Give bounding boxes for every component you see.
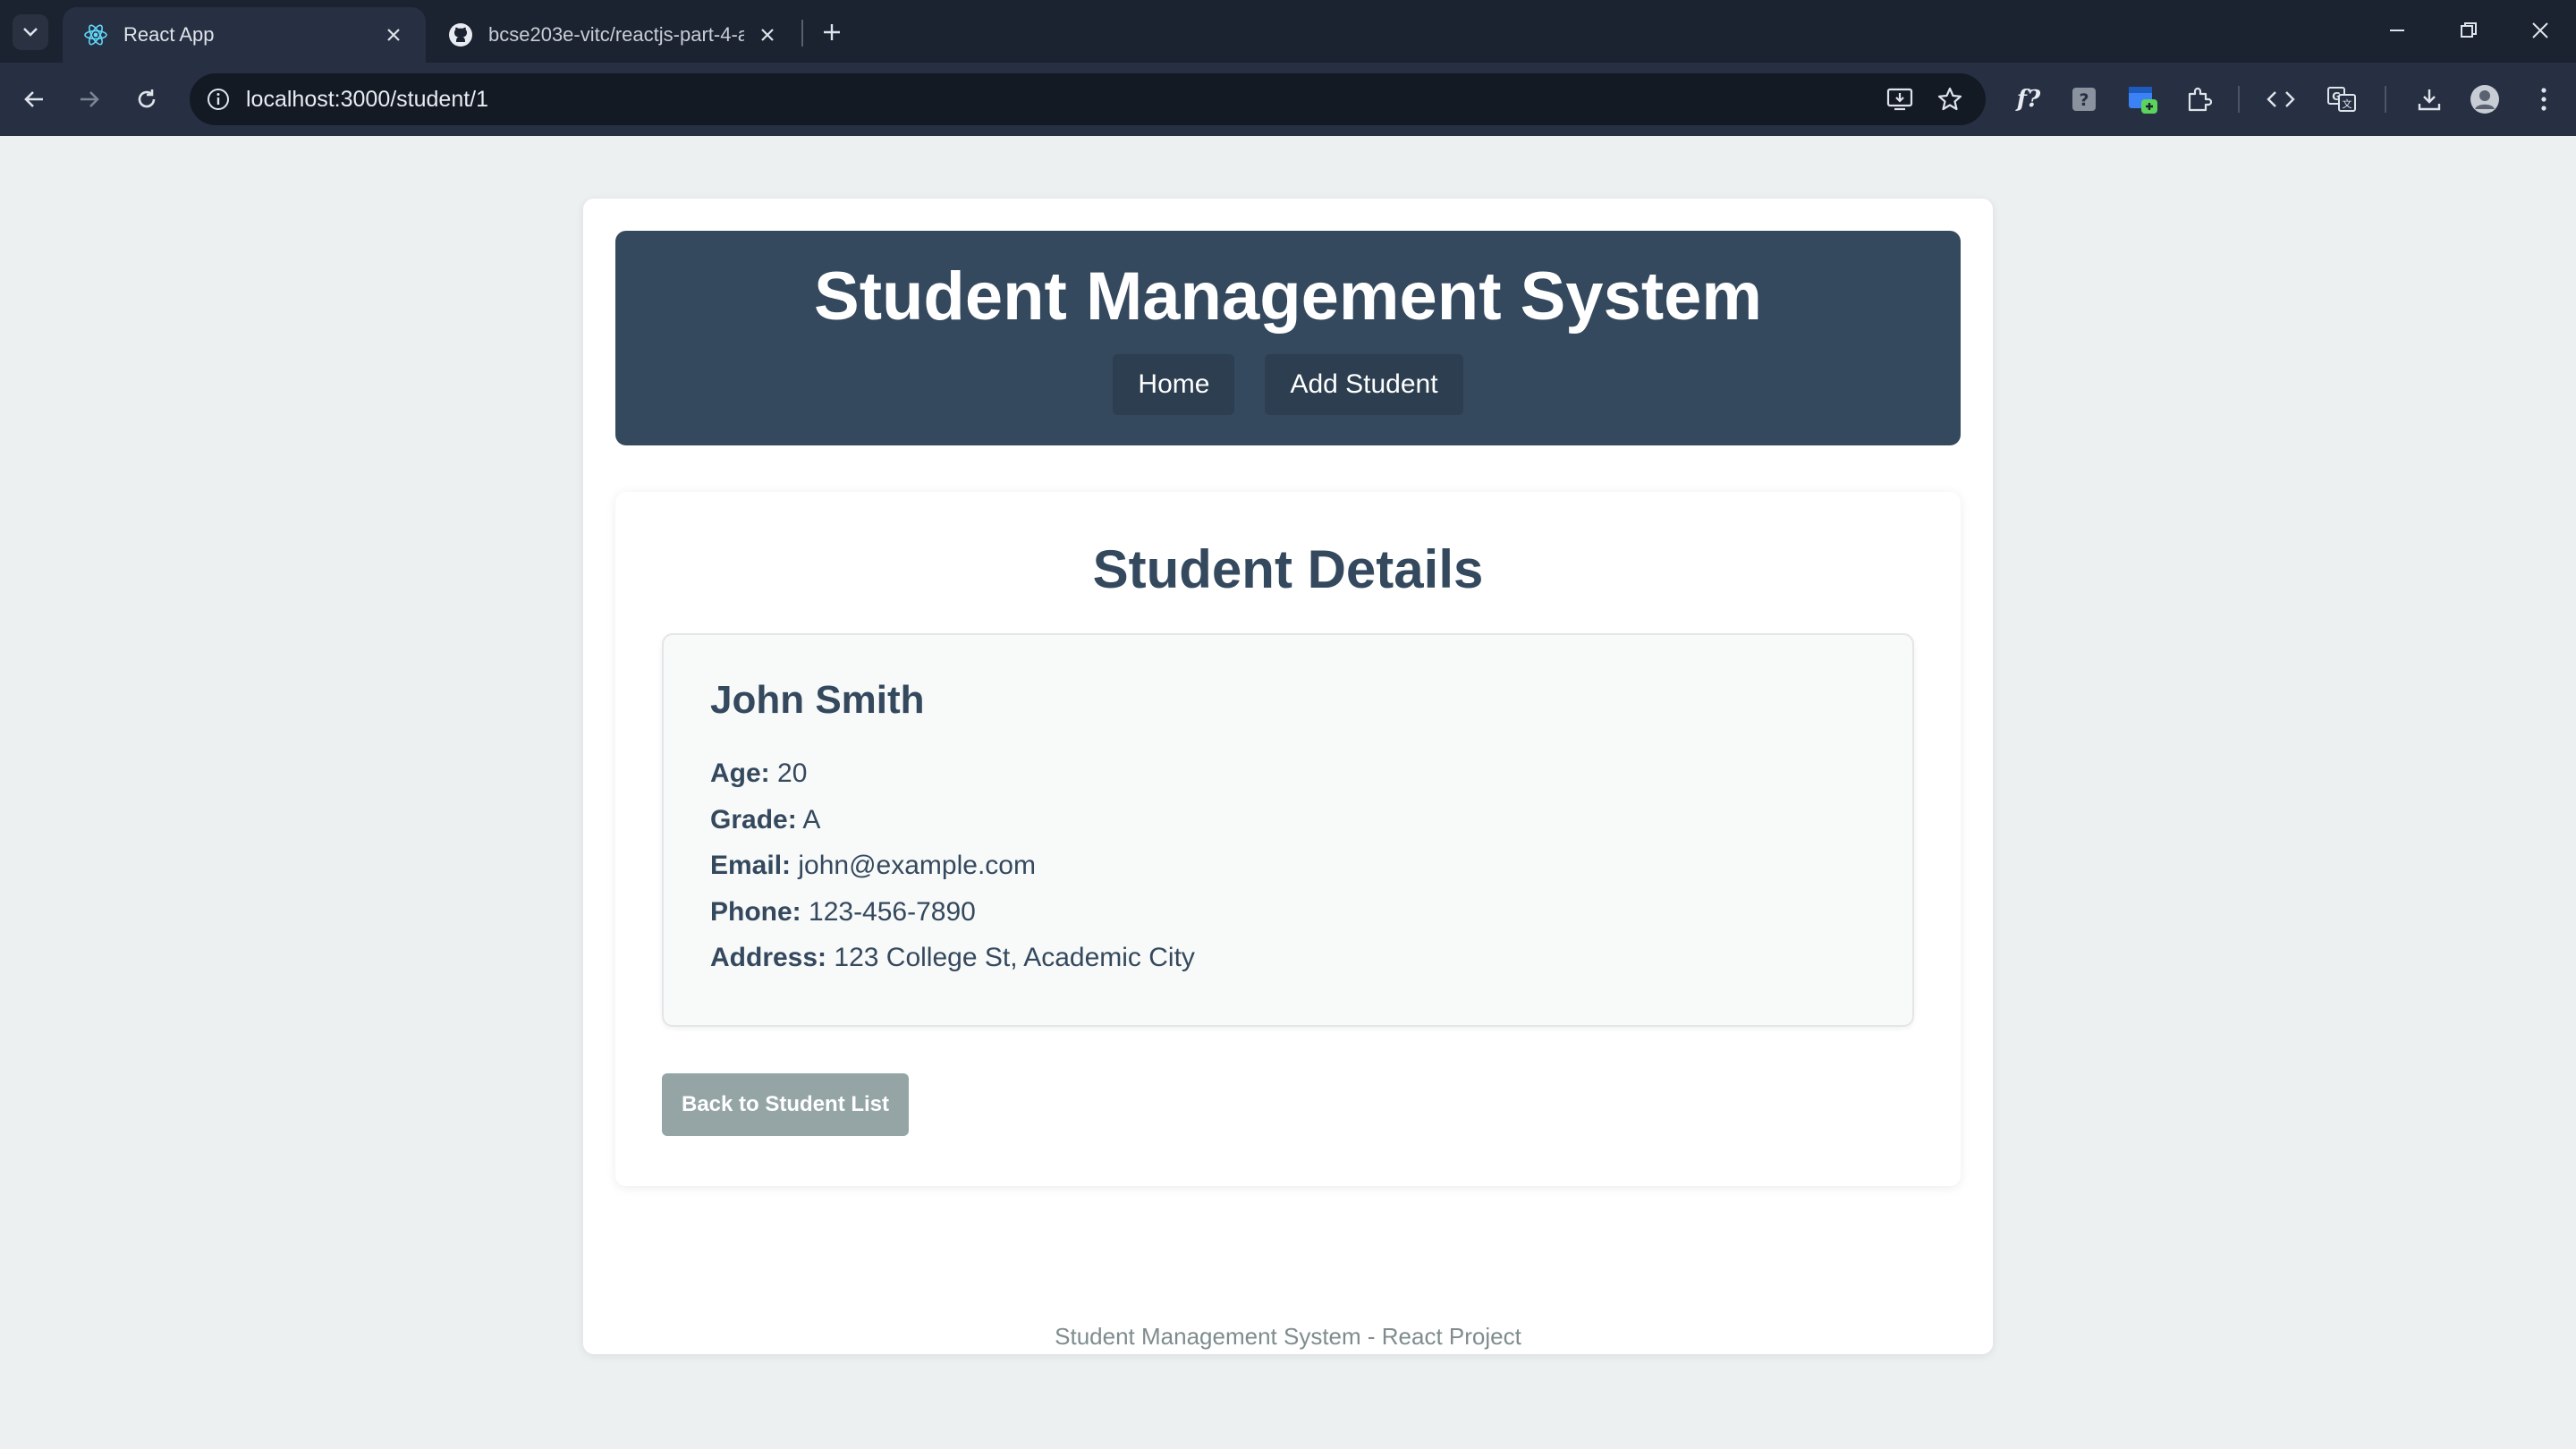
restore-icon	[2461, 22, 2477, 38]
url-text: localhost:3000/student/1	[246, 87, 489, 112]
help-extension-icon[interactable]: ?	[2064, 80, 2104, 119]
field-value: 20	[777, 758, 808, 788]
field-label: Phone:	[710, 897, 801, 927]
extensions-puzzle-icon[interactable]	[2179, 80, 2218, 119]
field-email: Email: john@example.com	[710, 851, 1036, 881]
field-value: 123-456-7890	[809, 897, 976, 927]
browser-toolbar: localhost:3000/student/1 f? ? G文	[0, 63, 2576, 136]
student-details-panel: Student Details John Smith Age: 20 Grade…	[615, 492, 1961, 1186]
field-age: Age: 20	[710, 758, 807, 789]
close-icon[interactable]	[381, 22, 406, 47]
app-title: Student Management System	[814, 258, 1762, 335]
plus-icon	[824, 24, 840, 40]
calendar-extension-icon[interactable]	[2123, 80, 2163, 119]
reload-icon	[138, 89, 156, 108]
tab-title: bcse203e-vitc/reactjs-part-4-a2	[488, 23, 744, 46]
field-phone: Phone: 123-456-7890	[710, 897, 976, 928]
student-card: John Smith Age: 20 Grade: A Email: john@…	[662, 633, 1914, 1027]
code-icon[interactable]	[2261, 80, 2301, 119]
translate-icon[interactable]: G文	[2322, 80, 2361, 119]
address-bar[interactable]: localhost:3000/student/1	[190, 73, 1986, 125]
reload-button[interactable]	[127, 80, 166, 119]
toolbar-divider	[2238, 86, 2240, 113]
more-menu-icon[interactable]	[2524, 80, 2563, 119]
nav-add-student-link[interactable]: Add Student	[1265, 354, 1463, 415]
tab-divider	[801, 20, 803, 47]
formula-extension-icon[interactable]: f?	[2009, 80, 2048, 119]
tab-title: React App	[123, 23, 215, 46]
footer-text: Student Management System - React Projec…	[1055, 1323, 1521, 1350]
main-nav: Home Add Student	[615, 354, 1961, 415]
back-to-list-button[interactable]: Back to Student List	[662, 1073, 910, 1136]
field-label: Address:	[710, 943, 827, 972]
toolbar-divider	[2385, 86, 2386, 113]
minimize-button[interactable]	[2376, 13, 2419, 48]
back-button[interactable]	[14, 80, 54, 119]
github-icon	[447, 21, 474, 48]
page-viewport: Student Management System Home Add Stude…	[0, 136, 2576, 1449]
site-info-icon[interactable]	[202, 83, 234, 115]
field-label: Grade:	[710, 805, 797, 835]
chevron-down-icon	[23, 28, 38, 37]
restore-button[interactable]	[2447, 13, 2490, 48]
new-tab-button[interactable]	[814, 14, 850, 50]
field-value: 123 College St, Academic City	[834, 943, 1195, 972]
profile-avatar-icon[interactable]	[2465, 80, 2504, 119]
close-icon[interactable]	[755, 22, 780, 47]
arrow-right-icon	[80, 91, 99, 107]
app-container: Student Management System Home Add Stude…	[583, 199, 1993, 1354]
nav-home-link[interactable]: Home	[1113, 354, 1235, 415]
field-label: Age:	[710, 758, 770, 788]
svg-text:文: 文	[2343, 97, 2352, 110]
bookmark-star-icon[interactable]	[1933, 83, 1967, 115]
install-app-icon[interactable]	[1883, 83, 1917, 115]
browser-tab-bar: React App bcse203e-vitc/reactjs-part-4-a…	[0, 0, 2576, 63]
tab-search-button[interactable]	[13, 14, 48, 50]
field-value: A	[802, 805, 821, 835]
field-address: Address: 123 College St, Academic City	[710, 943, 1195, 973]
close-icon	[2532, 22, 2548, 38]
app-header: Student Management System Home Add Stude…	[615, 231, 1961, 445]
react-icon	[82, 21, 109, 48]
forward-button[interactable]	[70, 80, 109, 119]
close-window-button[interactable]	[2519, 13, 2562, 48]
field-label: Email:	[710, 851, 792, 880]
svg-text:?: ?	[2079, 90, 2089, 110]
student-name: John Smith	[710, 678, 925, 722]
field-value: john@example.com	[798, 851, 1036, 880]
minimize-icon	[2390, 30, 2404, 31]
tab-react-app[interactable]: React App	[63, 7, 426, 63]
details-heading: Student Details	[1092, 539, 1484, 599]
tab-github[interactable]: bcse203e-vitc/reactjs-part-4-a2	[428, 7, 800, 63]
arrow-left-icon	[24, 91, 43, 107]
field-grade: Grade: A	[710, 805, 820, 835]
download-icon[interactable]	[2410, 80, 2449, 119]
